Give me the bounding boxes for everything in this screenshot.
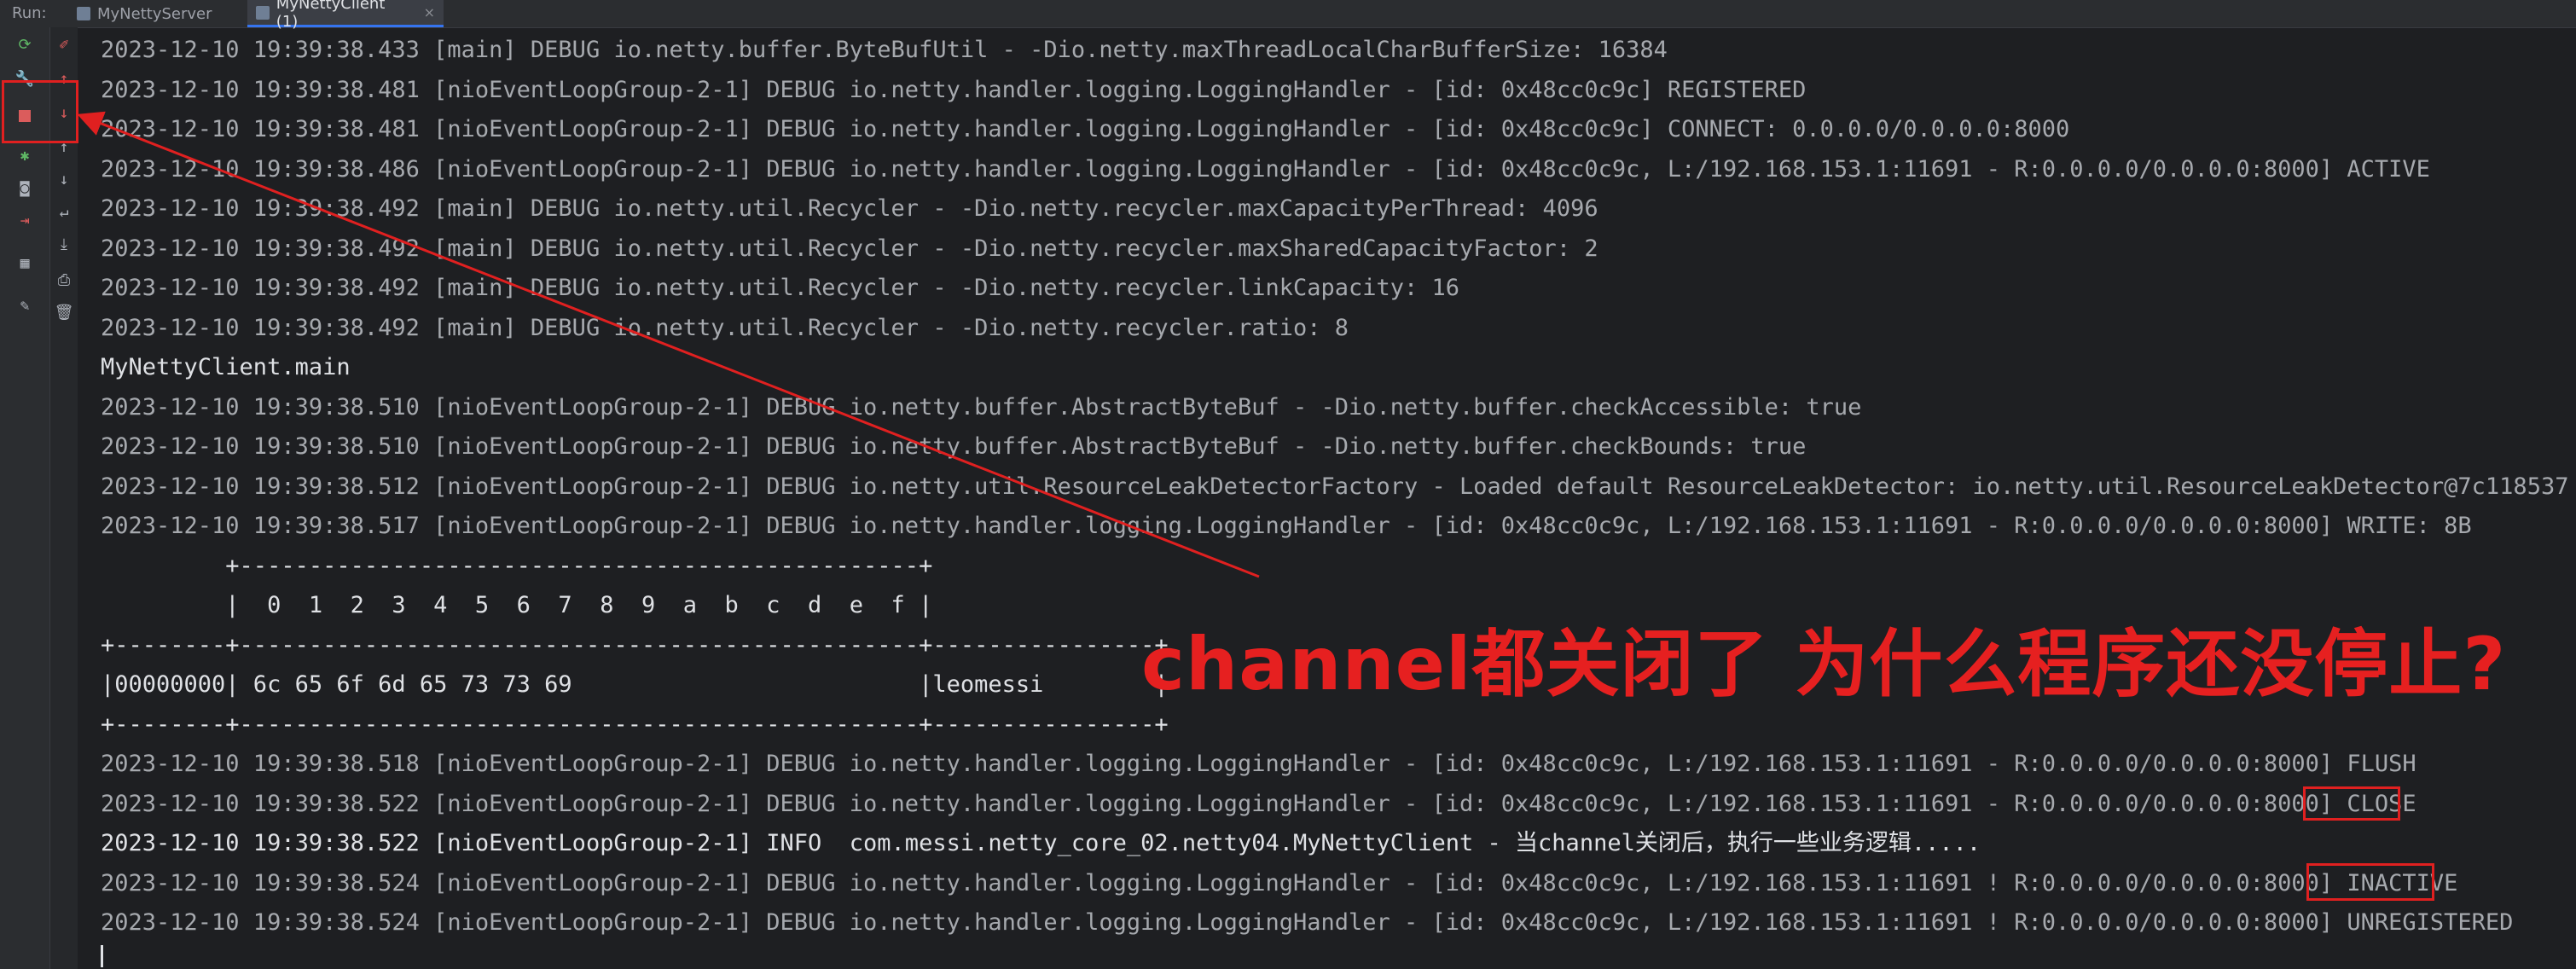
- annotation-arrow: [77, 111, 1260, 578]
- annotation-text: channel都关闭了 为什么程序还没停止?: [1141, 622, 2507, 707]
